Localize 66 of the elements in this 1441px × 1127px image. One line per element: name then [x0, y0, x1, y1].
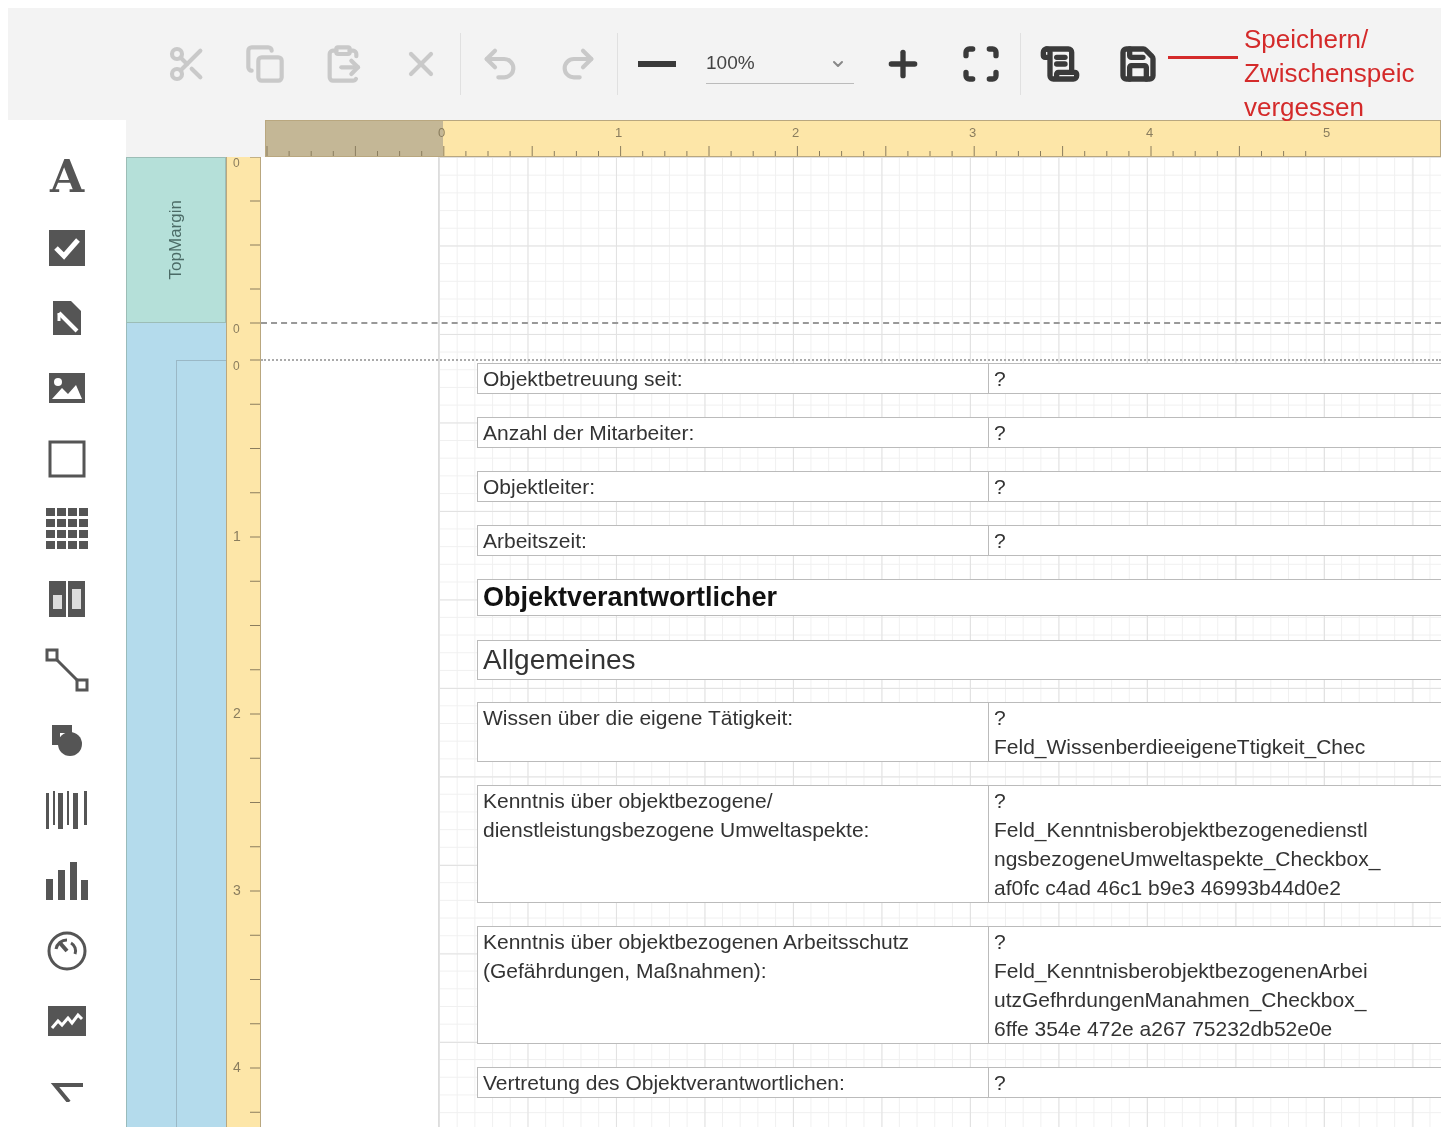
ruler-number: 0 [233, 323, 240, 335]
save-icon [1118, 44, 1158, 84]
corners-icon [961, 44, 1001, 84]
value-text: 6ffe 354e 472e a267 75232db52e0e [994, 1016, 1334, 1042]
picture-icon[interactable] [48, 372, 86, 405]
document-pen-icon[interactable] [51, 298, 83, 337]
label-tool-icon[interactable]: A [49, 155, 85, 200]
subheading-text: Allgemeines [483, 643, 636, 677]
label-text: Wissen über die eigene Tätigkeit: [483, 705, 795, 731]
value-text: Feld_KenntnisberobjektbezogenenArbei [994, 958, 1369, 985]
ruler-number: 2 [233, 706, 241, 720]
ruler-number: 5 [1323, 126, 1331, 139]
label-text: Vertretung des Objektverantwortlichen: [483, 1070, 846, 1096]
label-text: dienstleistungsbezogene Umweltaspekte: [483, 817, 871, 843]
character-comb-icon[interactable] [49, 581, 85, 618]
ruler-number: 4 [1146, 126, 1154, 139]
ruler-number: 1 [233, 529, 241, 543]
value-text: af0fc c4ad 46c1 b9e3 46993b44d0e2 [994, 875, 1342, 901]
gauge-icon[interactable] [47, 931, 87, 972]
value-text: Feld_WissenberdieeigeneTtigkeit_Chec [994, 734, 1367, 761]
label-text: Objektleiter: [483, 474, 597, 500]
minus-icon [638, 61, 676, 67]
line-icon[interactable] [45, 647, 89, 692]
annotation-line [1168, 56, 1238, 59]
value-text: ? [994, 420, 1007, 446]
ruler-number: 1 [615, 126, 623, 139]
value-text: ? [994, 705, 1007, 731]
value-text: Feld_Kenntnisberobjektbezogenedienstl [994, 817, 1369, 844]
ruler-number: 2 [792, 126, 800, 139]
barcode-icon[interactable] [46, 791, 88, 830]
value-text: utzGefhrdungenManahmen_Checkbox_ [994, 987, 1368, 1014]
label-text: Arbeitszeit: [483, 528, 588, 554]
value-text: ? [994, 1070, 1007, 1096]
table-icon[interactable] [46, 507, 88, 550]
ruler-number: 3 [233, 883, 241, 897]
sparkline-icon[interactable] [48, 1006, 86, 1037]
label-text: Anzahl der Mitarbeiter: [483, 420, 696, 446]
copy-icon [245, 44, 285, 84]
bar-chart-icon[interactable] [46, 861, 88, 900]
zoom-dropdown[interactable]: 100% [706, 44, 854, 84]
label-text: Kenntnis über objektbezogenen Arbeitsschutz [483, 929, 911, 955]
ruler-number: 3 [969, 126, 977, 139]
square-icon[interactable] [48, 439, 86, 478]
label-text: (Gefährdungen, Maßnahmen): [483, 958, 768, 984]
shape-icon[interactable] [50, 723, 84, 758]
ruler-number: 0 [438, 126, 446, 139]
band-label: TopMargin [165, 200, 187, 280]
heading-text: Objektverantwortlicher [483, 581, 778, 615]
sigma-icon[interactable] [49, 1081, 85, 1102]
ruler-number: 0 [233, 360, 240, 372]
annotation-text: Speichern/ [1244, 24, 1369, 54]
value-text: ngsbezogeneUmweltaspekte_Checkbox_ [994, 846, 1382, 873]
value-text: ? [994, 528, 1007, 554]
ruler-number: 4 [233, 1060, 241, 1074]
label-text: Objektbetreuung seit: [483, 366, 684, 392]
scroll-icon [1040, 44, 1080, 84]
value-text: ? [994, 788, 1007, 814]
value-text: ? [994, 929, 1007, 955]
ruler-number: 0 [233, 157, 240, 169]
value-text: ? [994, 474, 1007, 500]
band-header[interactable]: TopMargin [126, 157, 226, 323]
annotation-text: Zwischenspeic [1244, 58, 1415, 88]
value-text: ? [994, 366, 1007, 392]
annotation-text: vergessen [1244, 92, 1364, 122]
label-text: Kenntnis über objektbezogene/ [483, 788, 774, 814]
checkbox-icon[interactable] [48, 228, 86, 267]
